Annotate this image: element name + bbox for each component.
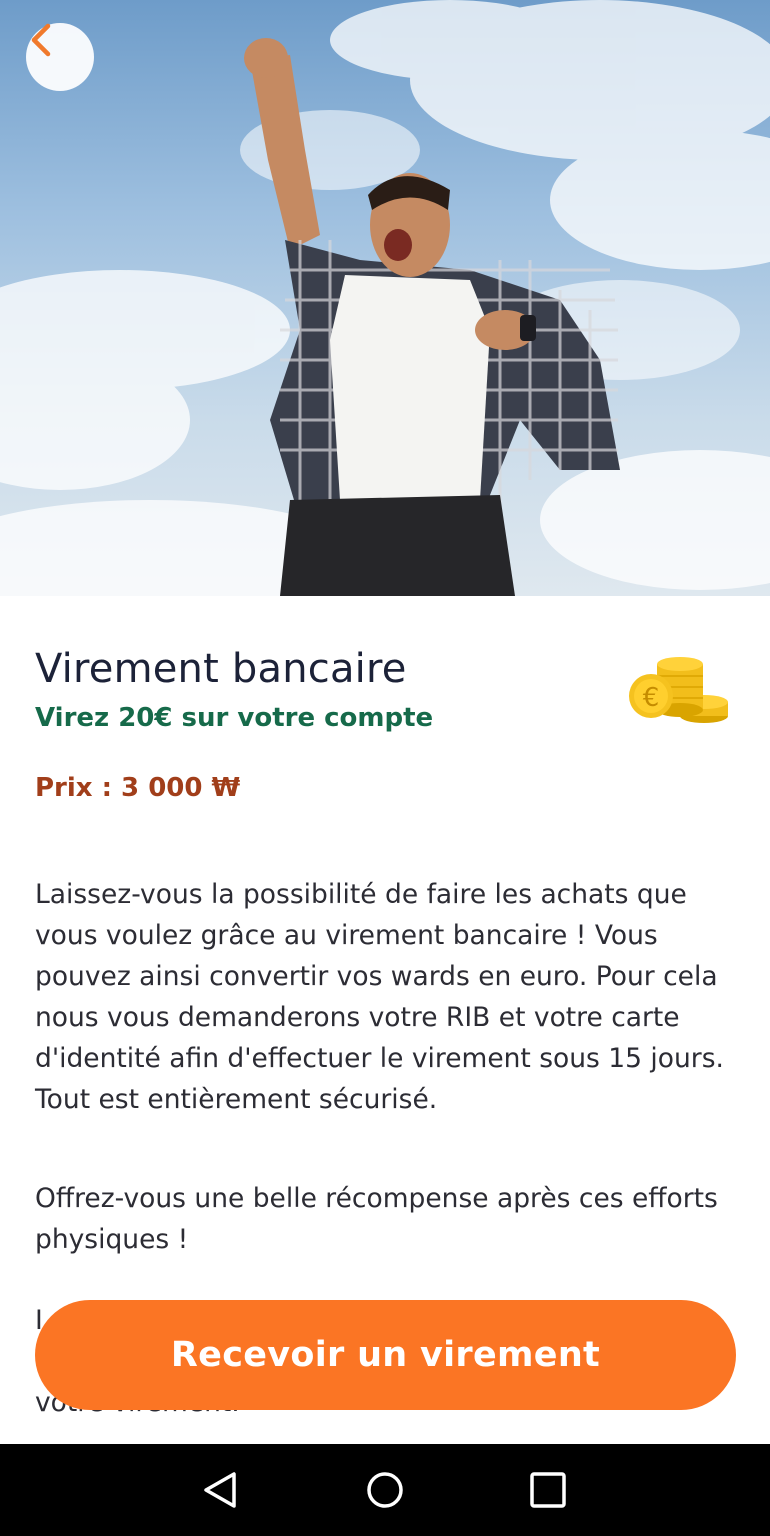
description-paragraph-1: Laissez-vous la possibilité de faire les…	[35, 879, 724, 1115]
chevron-left-icon	[31, 23, 51, 57]
system-navigation-bar	[0, 1444, 770, 1536]
circle-home-icon[interactable]	[363, 1468, 407, 1512]
back-button[interactable]	[26, 23, 94, 91]
reward-price: Prix : 3 000 ₩	[35, 773, 241, 803]
description-paragraph-2: Offrez-vous une belle récompense après c…	[35, 1183, 718, 1255]
hero-photo-illustration	[0, 0, 770, 596]
hero-image	[0, 0, 770, 596]
reward-subtitle: Virez 20€ sur votre compte	[35, 703, 434, 733]
svg-text:€: €	[643, 683, 660, 713]
square-recents-icon[interactable]	[526, 1468, 570, 1512]
reward-title: Virement bancaire	[35, 646, 407, 692]
euro-coins-icon: €	[629, 657, 728, 723]
triangle-back-icon[interactable]	[198, 1468, 242, 1512]
receive-transfer-button[interactable]: Recevoir un virement	[35, 1300, 736, 1410]
